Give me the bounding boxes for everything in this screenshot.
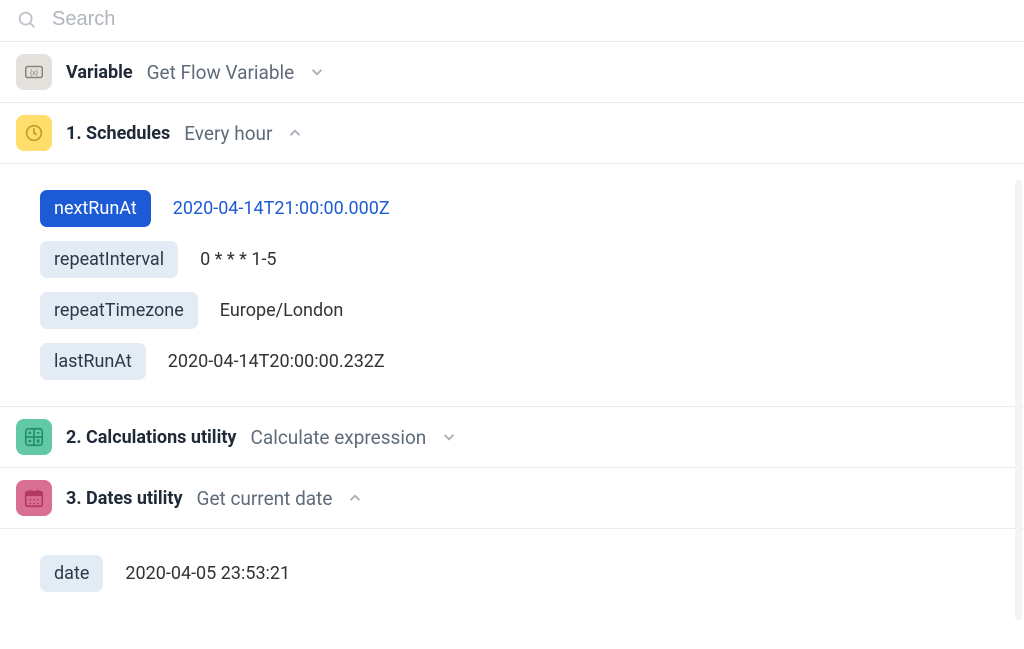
step-schedules-title: 1. Schedules bbox=[66, 123, 170, 144]
calculator-icon bbox=[16, 419, 52, 455]
key-pill[interactable]: nextRunAt bbox=[40, 190, 151, 227]
variable-icon: {x} bbox=[16, 54, 52, 90]
scrollbar[interactable] bbox=[1015, 180, 1022, 620]
step-schedules-subtitle: Every hour bbox=[184, 122, 272, 145]
kv-row: nextRunAt 2020-04-14T21:00:00.000Z bbox=[40, 190, 1008, 227]
chevron-up-icon bbox=[286, 124, 304, 142]
search-icon bbox=[16, 9, 38, 31]
chevron-down-icon bbox=[440, 428, 458, 446]
value-text[interactable]: 2020-04-14T21:00:00.000Z bbox=[173, 198, 390, 219]
chevron-up-icon bbox=[346, 489, 364, 507]
clock-icon bbox=[16, 115, 52, 151]
svg-text:{x}: {x} bbox=[30, 68, 39, 77]
kv-row: lastRunAt 2020-04-14T20:00:00.232Z bbox=[40, 343, 1008, 380]
date-details: date 2020-04-05 23:53:21 bbox=[0, 529, 1024, 618]
chevron-down-icon bbox=[308, 63, 326, 81]
step-dates[interactable]: 3. Dates utility Get current date bbox=[0, 468, 1024, 529]
calendar-icon bbox=[16, 480, 52, 516]
kv-row: repeatInterval 0 * * * 1-5 bbox=[40, 241, 1008, 278]
step-calculations-subtitle: Calculate expression bbox=[251, 426, 427, 449]
value-text: 2020-04-14T20:00:00.232Z bbox=[168, 351, 385, 372]
step-schedules[interactable]: 1. Schedules Every hour bbox=[0, 103, 1024, 164]
key-pill[interactable]: repeatInterval bbox=[40, 241, 178, 278]
key-pill[interactable]: repeatTimezone bbox=[40, 292, 198, 329]
step-variable-subtitle: Get Flow Variable bbox=[147, 61, 295, 84]
step-variable-title: Variable bbox=[66, 62, 133, 83]
schedule-details: nextRunAt 2020-04-14T21:00:00.000Z repeatI… bbox=[0, 164, 1024, 407]
value-text: 2020-04-05 23:53:21 bbox=[125, 563, 290, 584]
search-bar bbox=[0, 0, 1024, 42]
step-dates-subtitle: Get current date bbox=[197, 487, 333, 510]
step-dates-title: 3. Dates utility bbox=[66, 488, 183, 509]
kv-row: date 2020-04-05 23:53:21 bbox=[40, 555, 1008, 592]
step-calculations[interactable]: 2. Calculations utility Calculate expres… bbox=[0, 407, 1024, 468]
kv-row: repeatTimezone Europe/London bbox=[40, 292, 1008, 329]
step-calculations-title: 2. Calculations utility bbox=[66, 427, 237, 448]
value-text: 0 * * * 1-5 bbox=[200, 249, 276, 270]
key-pill[interactable]: lastRunAt bbox=[40, 343, 146, 380]
search-input[interactable] bbox=[52, 8, 1008, 31]
step-variable[interactable]: {x} Variable Get Flow Variable bbox=[0, 42, 1024, 103]
key-pill[interactable]: date bbox=[40, 555, 103, 592]
value-text: Europe/London bbox=[220, 300, 344, 321]
